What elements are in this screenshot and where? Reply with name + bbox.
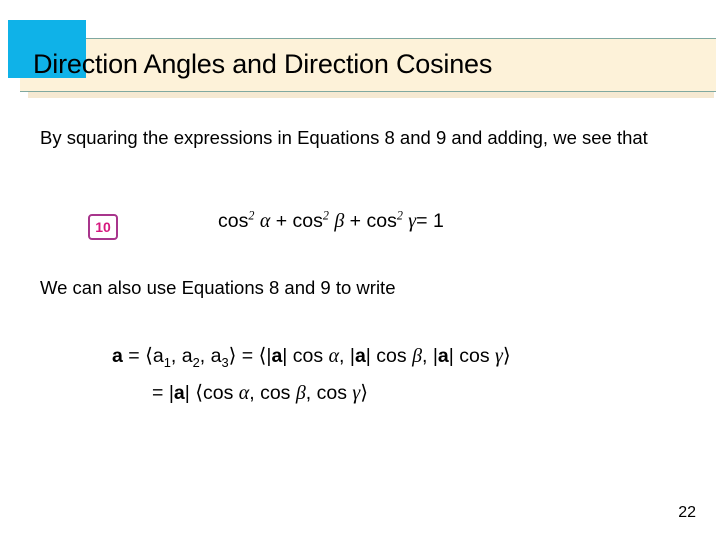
veq2-open-angle: ⟨	[195, 381, 204, 404]
veq1-cos-3: cos	[459, 345, 490, 367]
veq1-mag-close-1: |	[282, 345, 288, 367]
veq1-component-3: a	[210, 345, 222, 367]
veq1-component-2: a	[181, 345, 193, 367]
veq2-beta: β	[295, 382, 306, 404]
veq1-mag-vector-3: a	[437, 345, 449, 367]
equation-cosine-identity: cos2 α + cos2 β + cos2 γ= 1	[218, 208, 444, 233]
veq1-comma-4: ,	[421, 345, 428, 367]
eq-exponent-3: 2	[396, 208, 403, 223]
slide: Direction Angles and Direction Cosines B…	[0, 0, 720, 540]
eq-exponent-1: 2	[248, 208, 255, 223]
numbered-equation-row: 10 cos2 α + cos2 β + cos2 γ= 1	[0, 206, 720, 250]
veq1-mag-vector-2: a	[354, 345, 366, 367]
page-number: 22	[678, 504, 696, 521]
eq-cos-2: cos	[292, 210, 323, 232]
veq1-component-1: a	[152, 345, 164, 367]
veq1-close-angle-2: ⟩	[502, 344, 511, 367]
veq1-comma-2: ,	[199, 345, 206, 367]
eq-cos-3: cos	[366, 210, 397, 232]
title-banner-group: Direction Angles and Direction Cosines	[0, 0, 720, 110]
veq2-mag-close: |	[184, 382, 190, 404]
paragraph-intro: By squaring the expressions in Equations…	[40, 127, 648, 148]
veq1-cos-1: cos	[292, 345, 324, 367]
slide-body: By squaring the expressions in Equations…	[0, 110, 720, 540]
eq-gamma: γ	[408, 210, 417, 232]
veq1-beta: β	[412, 345, 422, 367]
eq-plus-1: +	[275, 210, 288, 232]
equation-number-badge: 10	[88, 214, 118, 240]
eq-equals: =	[416, 210, 428, 232]
veq1-alpha: α	[328, 345, 340, 367]
veq2-equals: =	[152, 382, 164, 404]
veq1-comma-1: ,	[170, 345, 177, 367]
veq2-close-angle: ⟩	[360, 381, 368, 404]
veq2-comma-1: ,	[249, 382, 255, 404]
veq2-mag-vector: a	[173, 382, 185, 404]
veq1-subscript-2: 2	[192, 354, 200, 370]
veq1-mag-vector-1: a	[271, 345, 283, 367]
vector-equation-line-1: a = ⟨a1, a2, a3⟩ = ⟨|a| cos α, |a| cos β…	[112, 344, 511, 370]
veq1-subscript-3: 3	[221, 354, 229, 370]
paragraph-followup: We can also use Equations 8 and 9 to wri…	[40, 277, 396, 298]
veq1-cos-2: cos	[376, 345, 407, 367]
eq-cos-1: cos	[218, 210, 249, 232]
vector-equation-line-2: = |a| ⟨cos α, cos β, cos γ⟩	[152, 381, 368, 405]
veq1-open-angle-1: ⟨	[145, 344, 153, 367]
veq1-gamma: γ	[495, 345, 503, 367]
veq1-vector-a: a	[112, 345, 123, 367]
veq1-subscript-1: 1	[163, 354, 171, 370]
eq-beta: β	[334, 210, 345, 232]
veq2-cos-2: cos	[260, 382, 291, 404]
eq-alpha: α	[259, 210, 271, 232]
veq1-mag-close-3: |	[448, 345, 454, 367]
veq1-close-angle-1: ⟩	[228, 344, 237, 367]
veq1-equals-1: =	[128, 345, 140, 367]
eq-exponent-2: 2	[322, 208, 329, 223]
veq2-comma-2: ,	[305, 382, 312, 404]
page-title: Direction Angles and Direction Cosines	[33, 49, 493, 79]
veq1-comma-3: ,	[339, 345, 345, 367]
veq1-equals-2: =	[241, 345, 254, 367]
eq-plus-2: +	[349, 210, 362, 232]
veq2-cos-3: cos	[316, 382, 347, 404]
veq2-alpha: α	[238, 382, 250, 404]
veq2-cos-1: cos	[203, 382, 234, 404]
eq-one: 1	[432, 210, 444, 232]
veq1-mag-close-2: |	[365, 345, 371, 367]
